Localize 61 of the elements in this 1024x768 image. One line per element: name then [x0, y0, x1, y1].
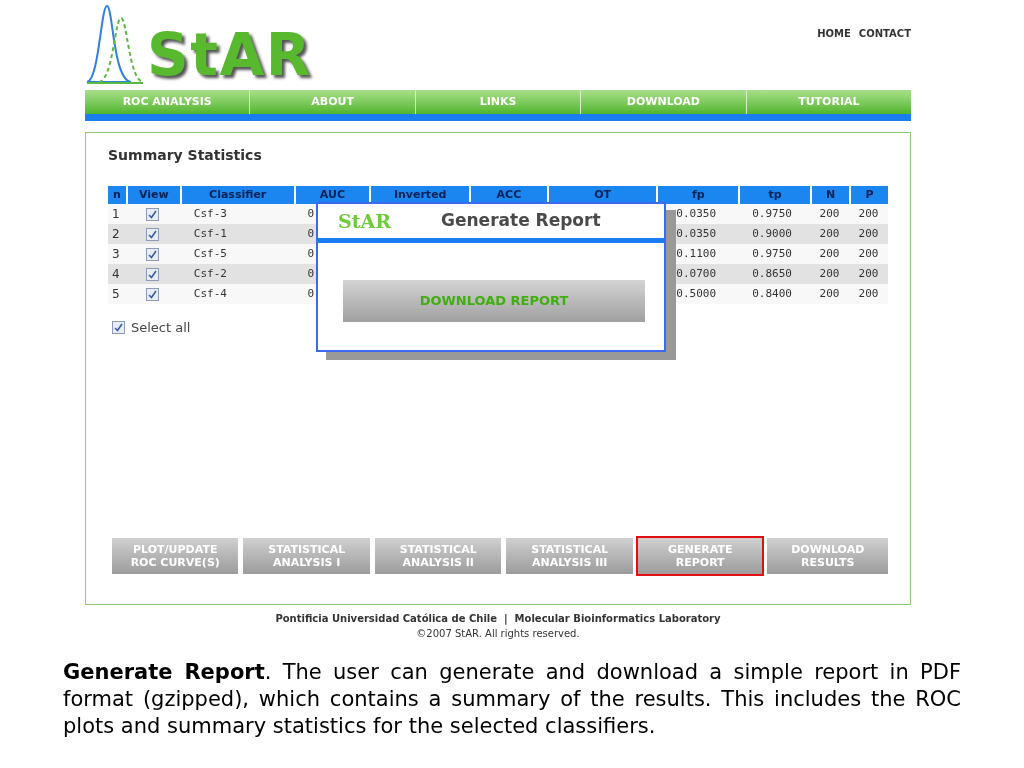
checkbox[interactable] — [146, 247, 160, 261]
table-cell: 200 — [810, 264, 849, 284]
table-cell: 2 — [108, 224, 126, 244]
table-cell: 3 — [108, 244, 126, 264]
table-cell: Csf-3 — [179, 204, 294, 224]
top-nav-link[interactable]: HOME — [817, 26, 851, 41]
nav-tab[interactable]: DOWNLOAD — [580, 90, 746, 114]
table-cell: 200 — [849, 204, 888, 224]
table-cell: 200 — [810, 244, 849, 264]
nav-tab[interactable]: ROC ANALYSIS — [85, 90, 250, 114]
checkbox[interactable] — [146, 287, 160, 301]
nav-tab[interactable]: TUTORIAL — [745, 90, 912, 114]
section-title: Summary Statistics — [108, 146, 263, 165]
action-button[interactable]: PLOT/UPDATE ROC CURVE(S) — [112, 538, 239, 574]
column-header: View — [125, 186, 180, 204]
nav-tab[interactable]: ABOUT — [249, 90, 415, 114]
download-report-button[interactable]: DOWNLOAD REPORT — [343, 280, 645, 322]
table-cell: 0.9750 — [738, 204, 811, 224]
column-header: fp — [656, 186, 739, 204]
table-cell: 200 — [810, 204, 849, 224]
checkbox[interactable] — [146, 227, 160, 241]
checkbox[interactable] — [146, 267, 160, 281]
select-all-label: Select all — [131, 319, 191, 337]
table-cell: Csf-1 — [179, 224, 294, 244]
checkbox[interactable] — [146, 207, 160, 221]
table-cell: 0.8400 — [738, 284, 811, 304]
table-cell: 0.9000 — [738, 224, 811, 244]
dialog-title: Generate Report — [441, 209, 601, 233]
table-cell: 1 — [108, 204, 126, 224]
column-header: P — [849, 186, 888, 204]
table-cell: Csf-4 — [179, 284, 294, 304]
column-header: tp — [738, 186, 811, 204]
action-button[interactable]: STATISTICAL ANALYSIS III — [506, 538, 633, 574]
table-cell: 0.8650 — [738, 264, 811, 284]
action-button[interactable]: GENERATE REPORT — [637, 538, 763, 574]
table-cell: Csf-2 — [179, 264, 294, 284]
column-header: N — [810, 186, 849, 204]
column-header: Classifier — [179, 186, 294, 204]
nav-tab[interactable]: LINKS — [414, 90, 581, 114]
action-button[interactable]: DOWNLOAD RESULTS — [767, 538, 888, 574]
column-header: n — [108, 186, 126, 204]
column-header: AUC — [293, 186, 370, 204]
action-button[interactable]: STATISTICAL ANALYSIS II — [374, 538, 502, 574]
table-cell: 200 — [849, 284, 888, 304]
copyright-text: ©2007 StAR. All rights reserved. — [415, 627, 581, 641]
table-cell: 200 — [849, 244, 888, 264]
table-cell: 200 — [849, 264, 888, 284]
caption-text: Generate Report. The user can generate and download a simple report in PDF format (gzipped), which contains a summary of the results. This includes the ROC plots and summary statistics for the selected classifiers. — [63, 659, 961, 740]
footer-text: Pontificia Universidad Católica de Chile | Molecular Bioinformatics Laboratory — [274, 612, 722, 626]
logo-text: StAR — [147, 26, 312, 84]
table-cell: 4 — [108, 264, 126, 284]
bell-curves-icon — [85, 4, 145, 86]
action-button[interactable]: STATISTICAL ANALYSIS I — [243, 538, 370, 574]
table-cell: 200 — [810, 224, 849, 244]
top-nav-link[interactable]: CONTACT — [858, 26, 911, 41]
table-cell: Csf-5 — [179, 244, 294, 264]
table-cell: 5 — [108, 284, 126, 304]
table-cell: 0.9750 — [738, 244, 811, 264]
table-cell: 200 — [849, 224, 888, 244]
checkbox[interactable] — [112, 321, 125, 335]
table-cell: 200 — [810, 284, 849, 304]
